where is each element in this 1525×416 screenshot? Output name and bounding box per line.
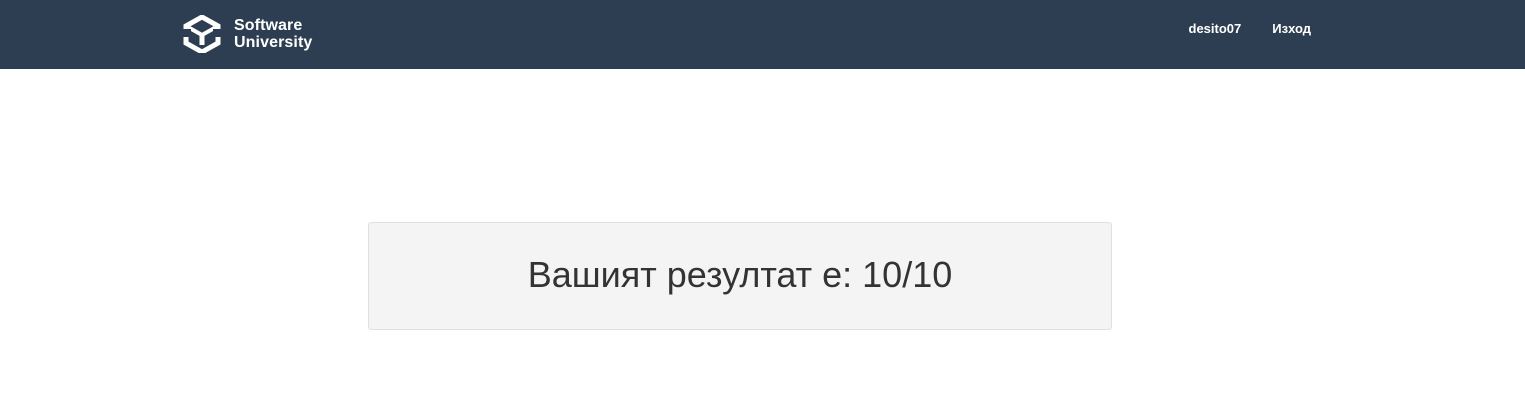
username-link[interactable]: desito07 [1189, 21, 1242, 36]
brand-home-link[interactable]: Software University [182, 14, 312, 54]
logout-link[interactable]: Изход [1272, 21, 1311, 36]
user-nav: desito07 Изход [1158, 0, 1311, 57]
result-panel: Вашият резултат е: 10/10 [368, 222, 1112, 330]
brand-name: Software University [234, 17, 312, 51]
result-text: Вашият резултат е: 10/10 [527, 254, 953, 295]
top-navbar: Software University desito07 Изход [0, 0, 1525, 69]
softuni-logo-icon [182, 15, 222, 53]
brand-line-2: University [234, 34, 313, 51]
brand-line-1: Software [234, 17, 303, 34]
